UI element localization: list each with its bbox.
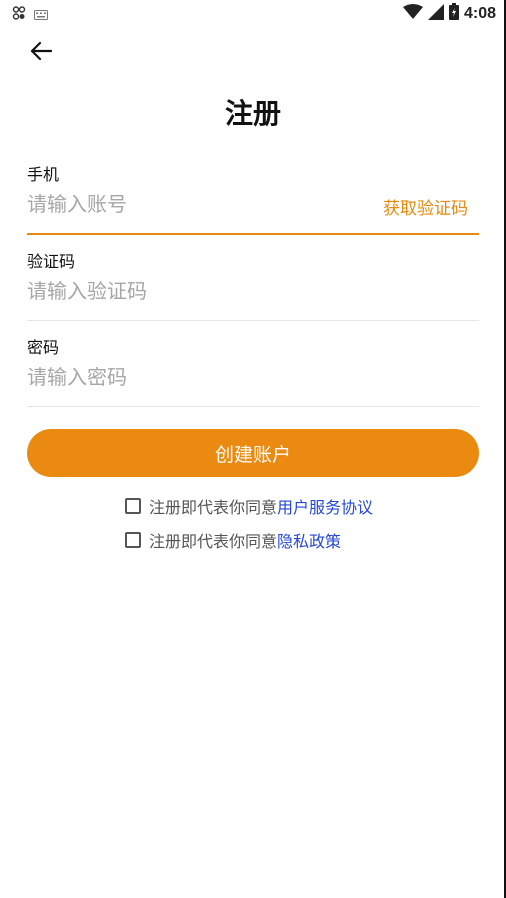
code-label: 验证码 [27,252,76,271]
phone-field: 手机 获取验证码 [27,161,479,236]
phone-underline [27,233,479,235]
battery-icon [448,3,459,24]
agreement-prefix: 注册即代表你同意 [149,532,278,551]
privacy-checkbox[interactable] [125,532,141,548]
wifi-icon [402,3,423,24]
arrow-left-icon [30,41,53,65]
agreement-prefix: 注册即代表你同意 [149,498,278,517]
keyboard-icon [34,5,48,24]
password-underline [27,406,479,407]
create-account-button[interactable]: 创建账户 [27,429,479,477]
status-time: 4:08 [463,4,496,22]
terms-checkbox[interactable] [125,498,141,514]
get-code-button[interactable]: 获取验证码 [383,194,468,219]
password-field: 密码 [27,334,479,409]
phone-input[interactable] [27,187,367,221]
password-label: 密码 [27,338,60,357]
status-left [12,5,48,24]
status-bar: 4:08 [0,0,506,26]
code-input[interactable] [27,274,367,308]
password-input[interactable] [27,360,367,394]
terms-link[interactable]: 用户服务协议 [277,494,373,518]
phone-label: 手机 [27,165,60,184]
privacy-link[interactable]: 隐私政策 [277,528,341,552]
signal-icon [427,3,444,24]
agreement-row-terms: 注册即代表你同意 用户服务协议 [125,494,373,518]
notification-icon [12,5,26,24]
back-button[interactable] [24,36,58,70]
page-title: 注册 [224,97,281,130]
agreement-row-privacy: 注册即代表你同意 隐私政策 [125,528,341,552]
code-field: 验证码 [27,248,479,323]
status-right: 4:08 [402,3,496,24]
code-underline [27,320,479,321]
